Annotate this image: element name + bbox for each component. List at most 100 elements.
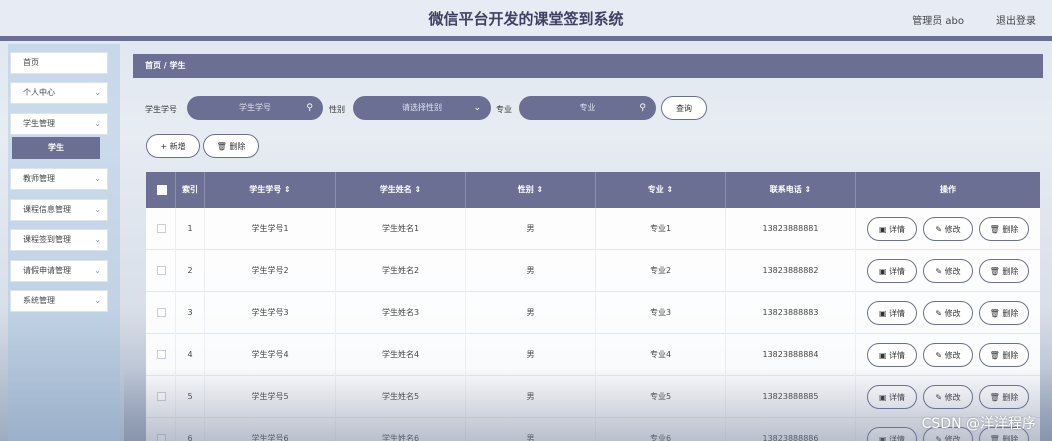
sidebar-item-profile[interactable]: 个人中心 ⌄ [10,82,108,104]
detail-button[interactable]: ▣ 详情 [867,259,917,283]
cell-phone: 13823888885 [726,376,856,418]
chevron-down-icon: ⌄ [94,205,101,214]
cell-phone: 13823888883 [726,292,856,334]
cell-student-no: 学生学号5 [205,376,336,418]
cell-gender: 男 [466,334,596,376]
sidebar-item-label: 个人中心 [23,88,55,97]
query-button[interactable]: 查询 [661,96,707,120]
row-checkbox[interactable] [157,308,166,317]
row-checkbox[interactable] [157,224,166,233]
sidebar-item-system[interactable]: 系统管理 ⌄ [10,290,108,312]
cell-phone: 13823888881 [726,208,856,250]
delete-button[interactable]: 🗑 删除 [979,259,1029,283]
column-header-gender[interactable]: 性别 ⇕ [466,172,596,208]
cell-student-name: 学生姓名5 [336,376,466,418]
detail-button[interactable]: ▣ 详情 [867,217,917,241]
cell-student-name: 学生姓名2 [336,250,466,292]
top-header: 微信平台开发的课堂签到系统 管理员 abo 退出登录 [0,0,1052,36]
sidebar-item-students[interactable]: 学生管理 ⌄ [10,113,108,135]
cell-major: 专业4 [596,334,726,376]
table-row: 4 学生学号4 学生姓名4 男专业4 13823888884 ▣ 详情 ✎ 修改 🗑 删除 [146,334,1040,376]
cell-gender: 男 [466,208,596,250]
chevron-down-icon: ⌄ [94,296,101,305]
sidebar-item-label: 教师管理 [23,174,55,183]
gender-select[interactable]: 请选择性别 ⌄ [353,96,491,120]
detail-button[interactable]: ▣ 详情 [867,343,917,367]
edit-button[interactable]: ✎ 修改 [923,385,973,409]
sidebar-item-leave[interactable]: 请假申请管理 ⌄ [10,260,108,282]
add-button[interactable]: + 新增 [146,134,200,158]
table-row: 6 学生学号6 学生姓名6 男专业6 13823888886 ▣ 详情 ✎ 修改 🗑 删除 [146,418,1040,441]
delete-button[interactable]: 🗑 删除 [979,343,1029,367]
sidebar-item-label: 首页 [23,58,39,67]
major-placeholder: 专业 [579,103,596,112]
edit-button[interactable]: ✎ 修改 [923,301,973,325]
column-header-phone[interactable]: 联系电话 ⇕ [726,172,856,208]
row-checkbox[interactable] [157,350,166,359]
cell-student-name: 学生姓名4 [336,334,466,376]
table-row: 5 学生学号5 学生姓名5 男专业5 13823888885 ▣ 详情 ✎ 修改 🗑 删除 [146,376,1040,418]
cell-student-no: 学生学号4 [205,334,336,376]
column-header-major[interactable]: 专业 ⇕ [596,172,726,208]
detail-button[interactable]: ▣ 详情 [867,301,917,325]
delete-button[interactable]: 🗑 删除 [979,301,1029,325]
header-divider [0,36,1052,41]
cell-index: 6 [175,418,205,441]
row-checkbox[interactable] [157,266,166,275]
detail-button[interactable]: ▣ 详情 [867,385,917,409]
sidebar-subitem-student[interactable]: 学生 [12,137,100,159]
cell-phone: 13823888886 [726,418,856,441]
cell-index: 2 [175,250,205,292]
detail-button[interactable]: ▣ 详情 [867,427,917,441]
cell-phone: 13823888884 [726,334,856,376]
major-input[interactable]: 专业 ⚲ [519,96,656,120]
cell-index: 3 [175,292,205,334]
logout-link[interactable]: 退出登录 [996,12,1036,27]
chevron-down-icon: ⌄ [94,235,101,244]
edit-button[interactable]: ✎ 修改 [923,343,973,367]
cell-index: 1 [175,208,205,250]
cell-major: 专业1 [596,208,726,250]
select-all-checkbox[interactable] [157,185,167,195]
current-user: 管理员 abo [912,16,964,27]
sidebar-item-courses[interactable]: 课程信息管理 ⌄ [10,199,108,221]
chevron-down-icon: ⌄ [94,266,101,275]
cell-gender: 男 [466,418,596,441]
major-label: 专业 [496,105,512,114]
cell-student-no: 学生学号2 [205,250,336,292]
gender-label: 性别 [329,105,345,114]
table-row: 1 学生学号1 学生姓名1 男专业1 13823888881 ▣ 详情 ✎ 修改 🗑 删除 [146,208,1040,250]
delete-button[interactable]: 🗑 删除 [979,385,1029,409]
sidebar-item-label: 学生管理 [23,119,55,128]
breadcrumb: 首页 / 学生 [133,54,1043,78]
chevron-down-icon: ⌄ [473,103,481,113]
edit-button[interactable]: ✎ 修改 [923,259,973,283]
cell-student-no: 学生学号3 [205,292,336,334]
column-header-student-no[interactable]: 学生学号 ⇕ [205,172,336,208]
column-header-student-name[interactable]: 学生姓名 ⇕ [336,172,466,208]
cell-student-no: 学生学号1 [205,208,336,250]
watermark: CSDN @洋洋程序 [921,416,1036,432]
cell-phone: 13823888882 [726,250,856,292]
sidebar-item-teachers[interactable]: 教师管理 ⌄ [10,168,108,190]
student-no-input[interactable]: 学生学号 ⚲ [187,96,323,120]
batch-delete-button[interactable]: 🗑 删除 [203,134,259,158]
cell-student-name: 学生姓名6 [336,418,466,441]
sidebar-item-checkin[interactable]: 课程签到管理 ⌄ [10,229,108,251]
sidebar-item-label: 课程信息管理 [23,205,71,214]
table-header: 索引 学生学号 ⇕ 学生姓名 ⇕ 性别 ⇕ 专业 ⇕ 联系电话 ⇕ 操作 [146,172,1040,208]
sidebar: 首页 个人中心 ⌄ 学生管理 ⌄ 学生 教师管理 ⌄ 课程信息管理 ⌄ 课程签到… [8,44,120,441]
row-checkbox[interactable] [157,434,166,441]
cell-major: 专业2 [596,250,726,292]
cell-gender: 男 [466,292,596,334]
delete-button[interactable]: 🗑 删除 [979,217,1029,241]
cell-gender: 男 [466,376,596,418]
sidebar-item-label: 系统管理 [23,296,55,305]
sidebar-item-label: 课程签到管理 [23,235,71,244]
sidebar-item-home[interactable]: 首页 [10,52,108,74]
main-content: 首页 / 学生 学生学号 学生学号 ⚲ 性别 请选择性别 ⌄ 专业 专业 ⚲ 查… [124,44,1052,441]
edit-button[interactable]: ✎ 修改 [923,217,973,241]
cell-index: 4 [175,334,205,376]
row-checkbox[interactable] [157,392,166,401]
column-header-index: 索引 [175,172,205,208]
